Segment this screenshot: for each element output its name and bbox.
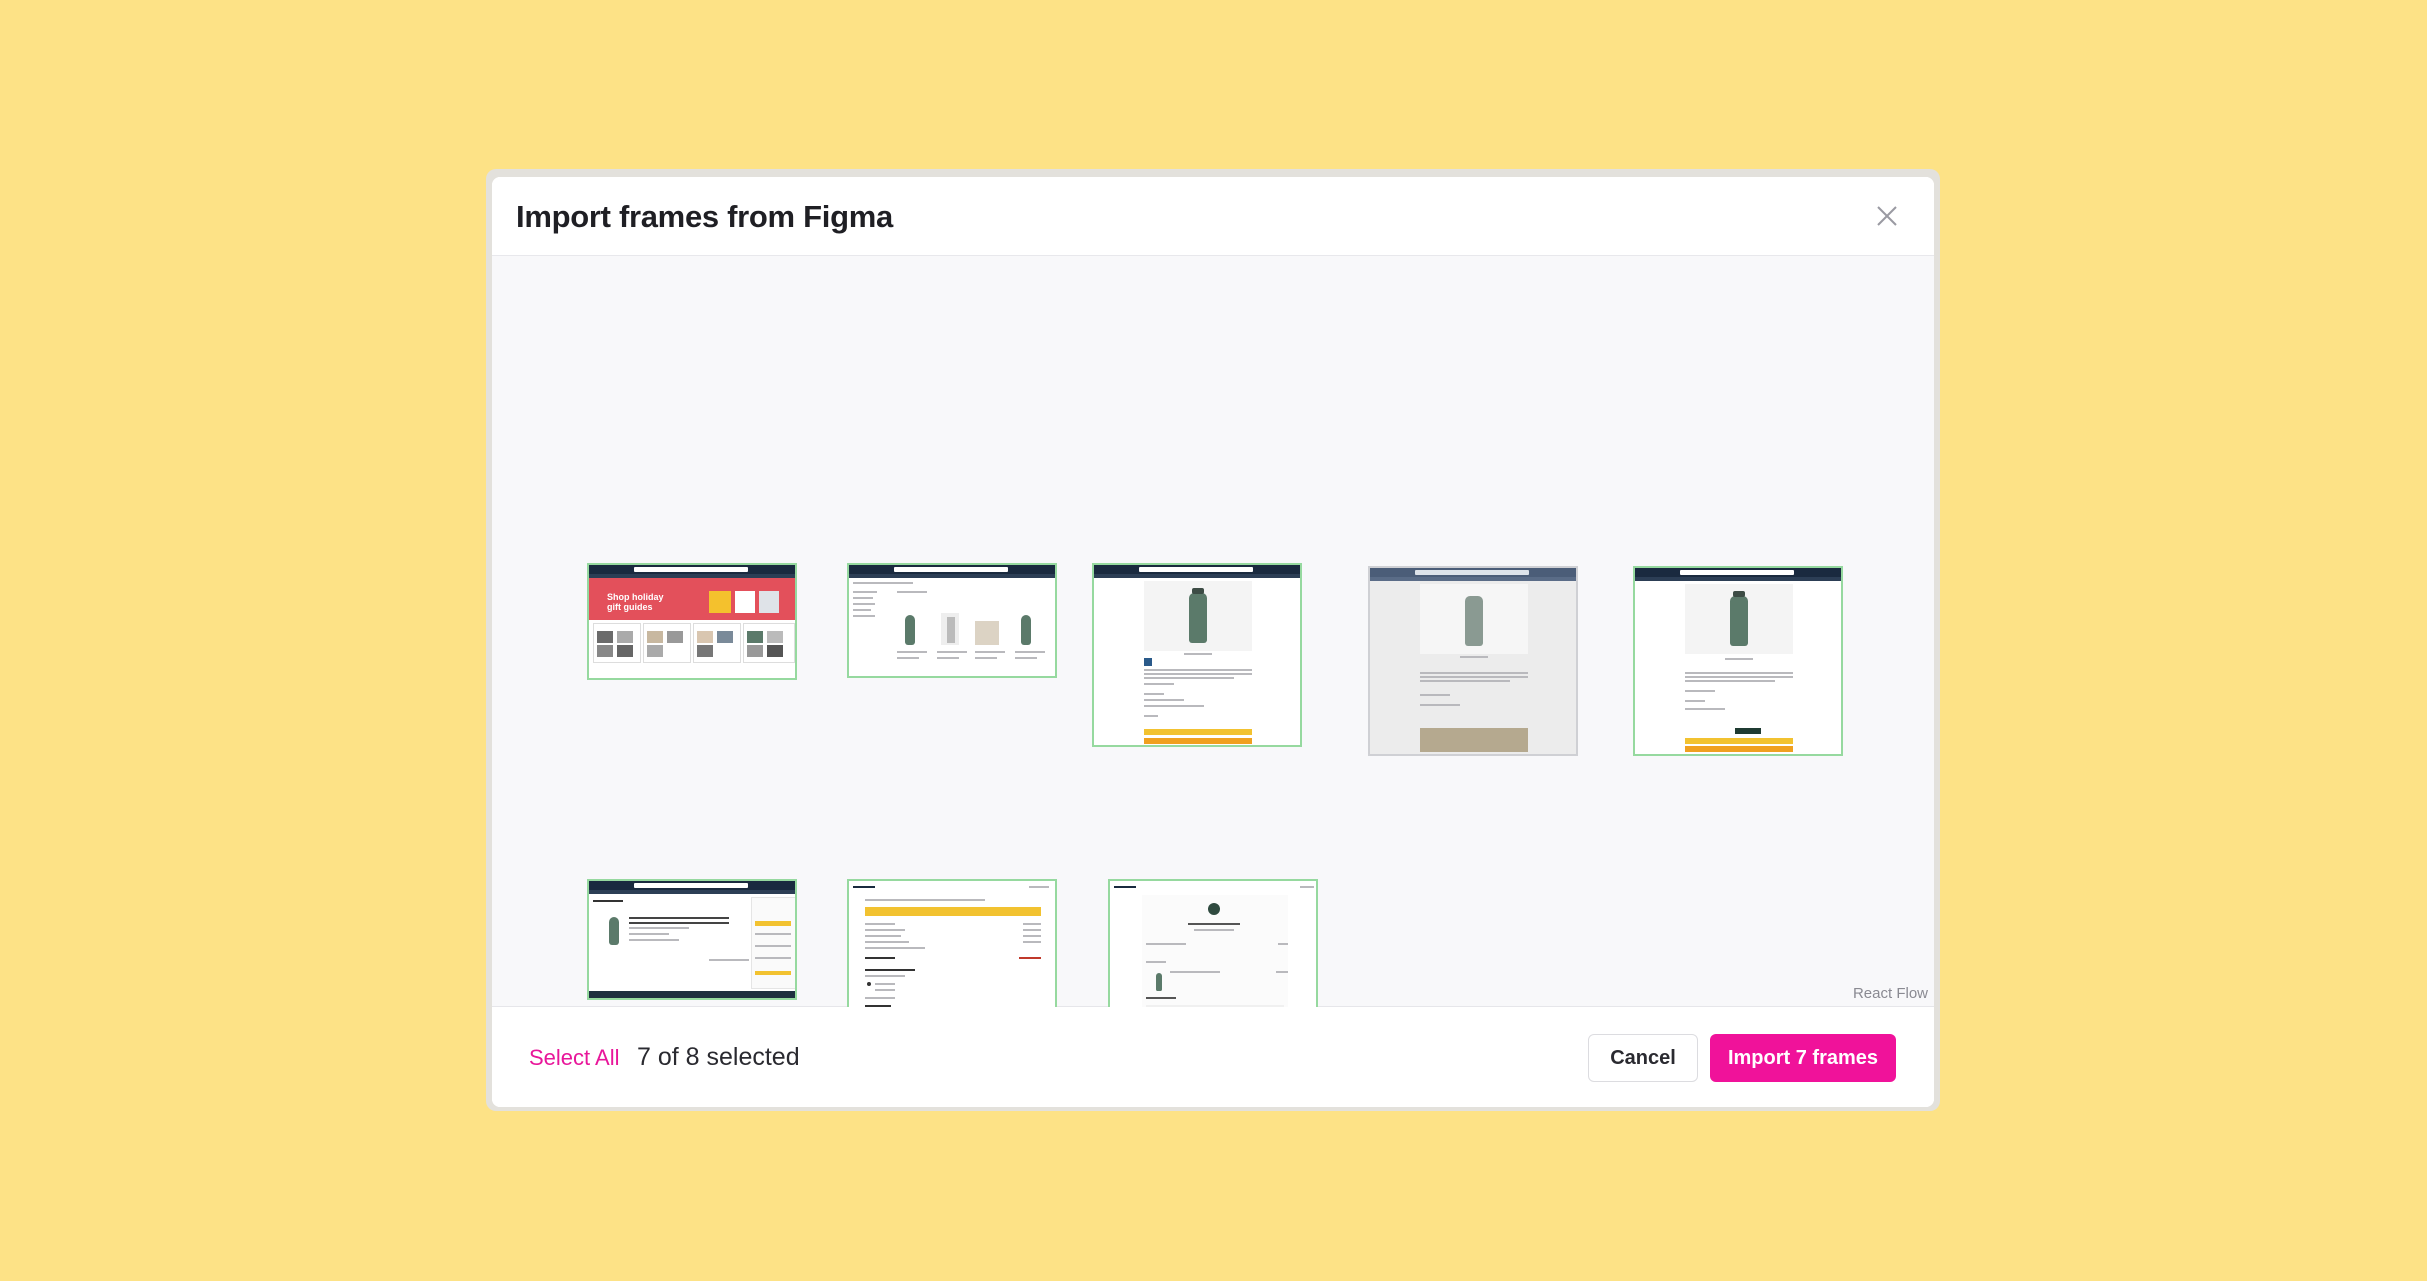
selection-count: 7 of 8 selected <box>637 1043 800 1071</box>
modal-header: Import frames from Figma <box>492 177 1934 256</box>
frames-canvas[interactable]: Shop holiday gift guides React Flow <box>492 256 1934 1059</box>
modal-title: Import frames from Figma <box>516 199 893 234</box>
react-flow-attribution[interactable]: React Flow <box>1853 985 1928 1002</box>
frame-thumbnail-homepage[interactable]: Shop holiday gift guides <box>587 563 797 680</box>
select-all-button[interactable]: Select All <box>529 1045 620 1071</box>
frame-thumbnail-product-detail[interactable] <box>1092 563 1302 747</box>
import-frames-button[interactable]: Import 7 frames <box>1710 1034 1896 1082</box>
frame-thumbnail-shopping-cart[interactable] <box>587 879 797 1000</box>
frame-thumbnail-search-results[interactable] <box>847 563 1057 678</box>
hero-text: Shop holiday gift guides <box>607 592 664 612</box>
close-icon[interactable] <box>1872 201 1902 231</box>
import-frames-modal: Import frames from Figma Shop holiday gi… <box>492 177 1934 1107</box>
cancel-button[interactable]: Cancel <box>1588 1034 1698 1082</box>
frame-thumbnail-product-detail-variant[interactable] <box>1368 566 1578 756</box>
frame-thumbnail-product-detail-added[interactable] <box>1633 566 1843 756</box>
